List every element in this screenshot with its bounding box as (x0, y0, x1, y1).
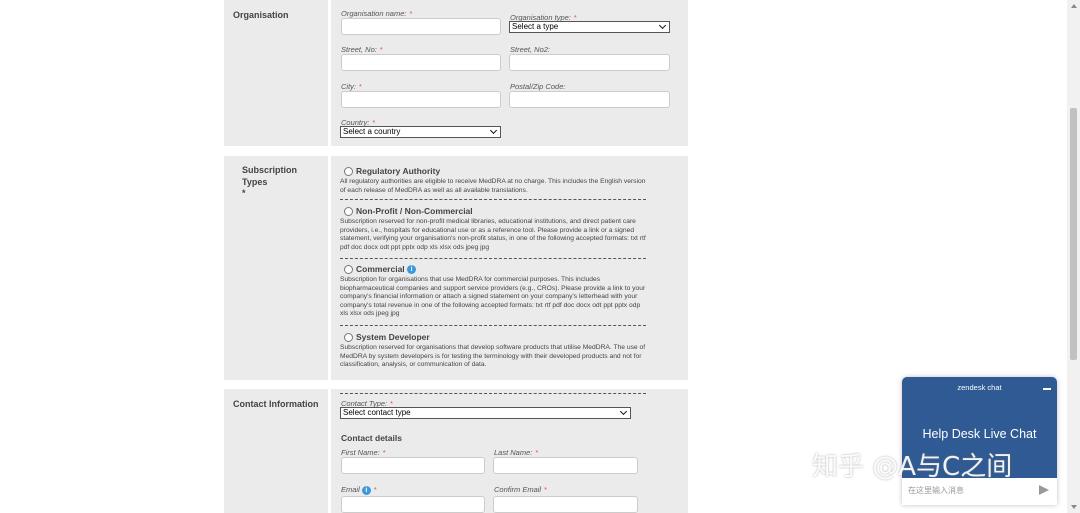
option-description: Subscription for organisations that use … (340, 276, 646, 318)
organisation-name-label: Organisation name: * (341, 9, 413, 18)
street2-label: Street, No2: (510, 45, 551, 54)
last-name-label: Last Name: * (494, 448, 539, 457)
organisation-type-select[interactable]: Select a type (509, 21, 670, 33)
city-label: City: * (341, 82, 362, 91)
option-system-developer[interactable]: System Developer Subscription reserved f… (340, 332, 646, 373)
chat-brand: zendesk chat (957, 383, 1002, 392)
postal-code-field[interactable] (509, 91, 670, 108)
commercial-radio[interactable] (344, 265, 353, 274)
option-divider (340, 325, 646, 326)
info-icon[interactable]: i (361, 485, 371, 495)
scroll-up-arrow-icon[interactable] (1071, 4, 1077, 8)
chat-widget[interactable]: zendesk chat Help Desk Live Chat 在这里输入消息 (902, 377, 1057, 505)
option-title: System Developer (356, 332, 430, 342)
organisation-name-field[interactable] (341, 18, 501, 35)
chat-message-input[interactable]: 在这里输入消息 (908, 485, 964, 496)
minimize-icon[interactable] (1043, 388, 1051, 390)
email-label: Email i * (341, 485, 377, 495)
street-field[interactable] (341, 54, 501, 71)
contact-type-select[interactable]: Select contact type (340, 407, 631, 419)
organisation-label-cell: Organisation (224, 0, 331, 146)
last-name-field[interactable] (493, 457, 638, 474)
option-description: Subscription reserved for non-profit med… (340, 218, 646, 251)
watermark: 知乎 @A与C之间 (812, 452, 1013, 482)
organisation-section: Organisation Organisation name: * Organis… (224, 0, 688, 146)
country-select[interactable]: Select a country (340, 126, 501, 138)
option-description: Subscription reserved for organisations … (340, 344, 646, 369)
postal-code-label: Postal/Zip Code: (510, 82, 566, 91)
subscription-label-cell: Subscription Types * (224, 156, 331, 380)
organisation-section-label: Organisation (233, 10, 289, 20)
street2-field[interactable] (509, 54, 670, 71)
first-name-field[interactable] (341, 457, 485, 474)
subscription-section: Subscription Types * Regulatory Authority… (224, 156, 688, 380)
scrollbar-thumb[interactable] (1070, 108, 1077, 360)
contact-label-cell: Contact Information (224, 389, 331, 513)
non-profit-radio[interactable] (344, 207, 353, 216)
option-regulatory-authority[interactable]: Regulatory Authority All regulatory auth… (340, 166, 646, 207)
chat-title: Help Desk Live Chat (922, 427, 1037, 441)
first-name-label: First Name: * (341, 448, 386, 457)
option-title: Commercial i (356, 264, 417, 275)
chevron-down-icon (489, 126, 498, 135)
city-field[interactable] (341, 91, 501, 108)
email-field[interactable] (341, 496, 485, 513)
option-divider (340, 199, 646, 200)
chevron-down-icon (619, 407, 628, 416)
page-scrollbar[interactable] (1067, 0, 1080, 513)
scroll-down-arrow-icon[interactable] (1071, 505, 1077, 509)
send-icon[interactable] (1039, 485, 1049, 495)
chevron-down-icon (658, 21, 667, 30)
system-developer-radio[interactable] (344, 333, 353, 342)
section-divider (340, 393, 646, 394)
info-icon[interactable]: i (407, 265, 417, 275)
confirm-email-field[interactable] (493, 496, 638, 513)
contact-section: Contact Information Contact Type: * Selec… (224, 389, 688, 513)
contact-details-heading: Contact details (341, 433, 402, 443)
option-title: Non-Profit / Non-Commercial (356, 206, 473, 216)
option-commercial[interactable]: Commercial i Subscription for organisati… (340, 264, 646, 327)
option-divider (340, 258, 646, 259)
regulatory-authority-radio[interactable] (344, 167, 353, 176)
contact-section-label: Contact Information (233, 399, 319, 409)
option-description: All regulatory authorities are eligible … (340, 178, 646, 194)
option-title: Regulatory Authority (356, 166, 441, 176)
street-label: Street, No: * (341, 45, 383, 54)
option-non-profit[interactable]: Non-Profit / Non-Commercial Subscription… (340, 206, 646, 261)
confirm-email-label: Confirm Email * (494, 485, 548, 494)
